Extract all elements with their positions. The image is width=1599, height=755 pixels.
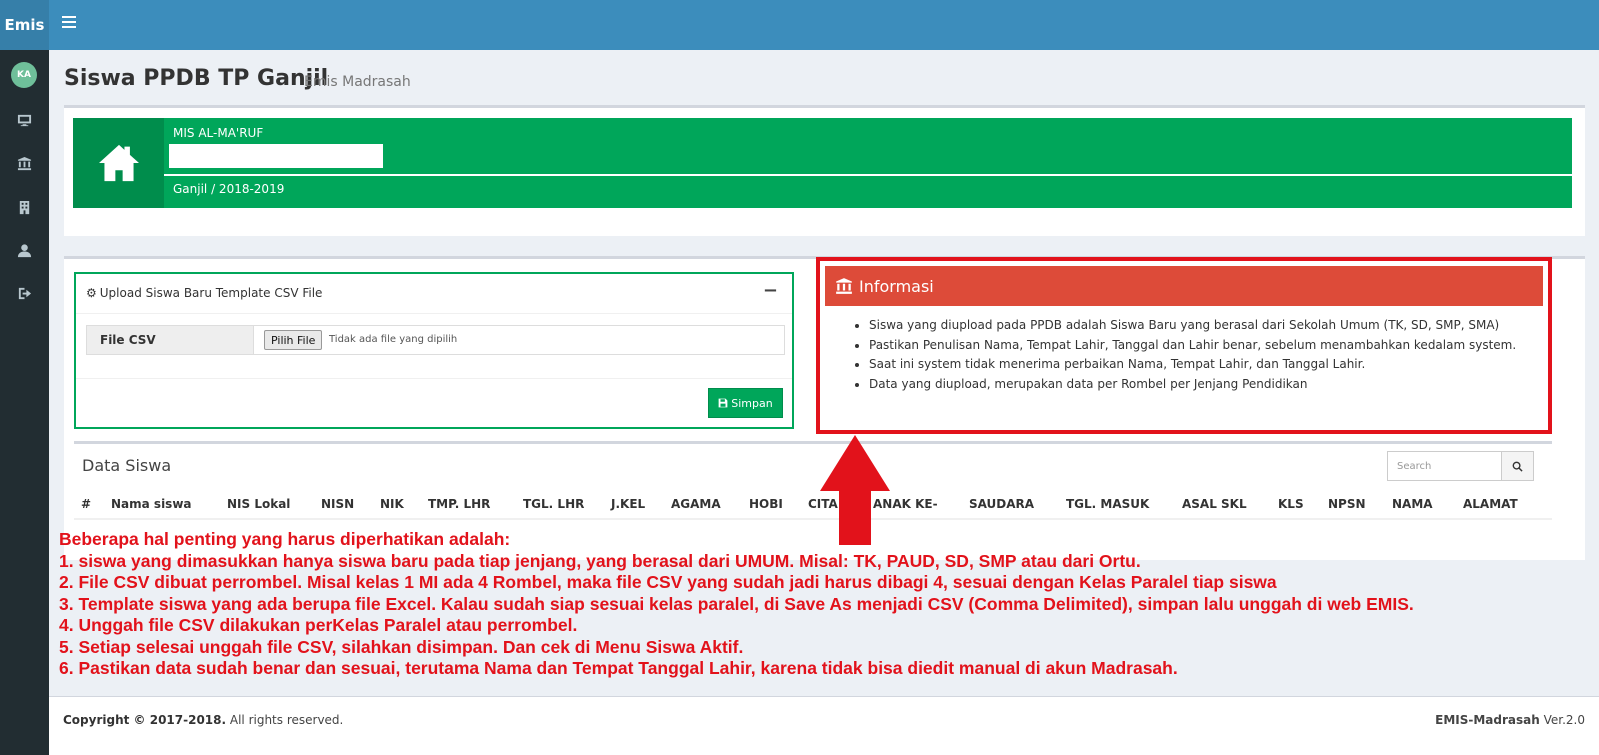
column-header[interactable]: NPSN: [1328, 497, 1366, 511]
column-header[interactable]: TGL. LHR: [523, 497, 584, 511]
institution-icon[interactable]: [14, 153, 34, 173]
data-siswa-title: Data Siswa: [82, 456, 172, 475]
divider: [76, 378, 792, 379]
top-navbar: [49, 0, 1599, 50]
brand-text: Emis: [4, 16, 45, 34]
collapse-button[interactable]: −: [763, 280, 778, 301]
upload-panel: ⚙ Upload Siswa Baru Template CSV File − F…: [74, 272, 794, 429]
column-header[interactable]: ASAL SKL: [1182, 497, 1247, 511]
institution-icon: [836, 278, 852, 294]
file-status-text: Tidak ada file yang dipilih: [329, 334, 458, 345]
cogs-icon: ⚙: [86, 286, 97, 300]
note-line: 6. Pastikan data sudah benar dan sesuai,…: [59, 658, 1178, 678]
info-item: Data yang diupload, merupakan data per R…: [869, 375, 1536, 395]
info-item: Saat ini system tidak menerima perbaikan…: [869, 355, 1536, 375]
column-header[interactable]: NIS Lokal: [227, 497, 290, 511]
column-header[interactable]: AGAMA: [671, 497, 721, 511]
info-list: Siswa yang diupload pada PPDB adalah Sis…: [853, 316, 1536, 394]
brand-logo[interactable]: Emis: [0, 0, 49, 50]
column-header[interactable]: NISN: [321, 497, 354, 511]
info-item: Siswa yang diupload pada PPDB adalah Sis…: [869, 316, 1536, 336]
instruction-notes: Beberapa hal penting yang harus diperhat…: [59, 529, 1414, 680]
note-line: 4. Unggah file CSV dilakukan perKelas Pa…: [59, 615, 578, 635]
avatar-initials: KA: [17, 70, 31, 80]
info-title: Informasi: [859, 276, 934, 296]
home-icon: [73, 118, 164, 208]
copyright-year: Copyright © 2017-2018.: [63, 713, 227, 727]
copyright: Copyright © 2017-2018. All rights reserv…: [63, 713, 343, 727]
column-header[interactable]: TMP. LHR: [428, 497, 490, 511]
column-header[interactable]: ALAMAT: [1463, 497, 1518, 511]
building-icon[interactable]: [14, 197, 34, 217]
file-csv-row: File CSV Pilih File Tidak ada file yang …: [86, 325, 785, 355]
user-icon[interactable]: [14, 240, 34, 260]
school-info-banner: MIS AL-MA'RUF Ganjil / 2018-2019: [73, 118, 1572, 208]
column-header[interactable]: TGL. MASUK: [1066, 497, 1149, 511]
menu-icon[interactable]: [62, 16, 76, 28]
column-header[interactable]: NAMA: [1392, 497, 1433, 511]
monitor-icon[interactable]: [14, 110, 34, 130]
upload-title-text: Upload Siswa Baru Template CSV File: [99, 286, 323, 300]
info-item: Pastikan Penulisan Nama, Tempat Lahir, T…: [869, 336, 1536, 356]
info-annotation-frame: Informasi Siswa yang diupload pada PPDB …: [816, 257, 1552, 434]
school-redacted-field: [169, 144, 383, 168]
divider: [164, 174, 1572, 176]
app-name: EMIS-Madrasah: [1435, 713, 1540, 727]
save-label: Simpan: [731, 396, 773, 410]
choose-file-button[interactable]: Pilih File: [264, 330, 323, 350]
note-line: 3. Template siswa yang ada berupa file E…: [59, 593, 1414, 614]
upload-panel-title: ⚙ Upload Siswa Baru Template CSV File: [86, 286, 322, 300]
column-header[interactable]: J.KEL: [611, 497, 645, 511]
column-header[interactable]: Nama siswa: [111, 497, 192, 511]
app-version: EMIS-Madrasah Ver.2.0: [1435, 713, 1585, 727]
column-header[interactable]: HOBI: [749, 497, 783, 511]
avatar[interactable]: KA: [11, 62, 37, 88]
column-header[interactable]: SAUDARA: [969, 497, 1034, 511]
note-line: 1. siswa yang dimasukkan hanya siswa bar…: [59, 550, 1141, 571]
note-line: 5. Setiap selesai unggah file CSV, silah…: [59, 636, 744, 657]
school-box: MIS AL-MA'RUF Ganjil / 2018-2019: [64, 105, 1585, 236]
sign-out-icon[interactable]: [14, 283, 34, 303]
page-title: Siswa PPDB TP Ganjil: [64, 66, 329, 91]
column-header[interactable]: #: [81, 497, 91, 511]
search-icon: [1512, 461, 1523, 472]
note-line: 2. File CSV dibuat perrombel. Misal kela…: [59, 572, 1277, 592]
column-header[interactable]: KLS: [1278, 497, 1304, 511]
save-icon: [718, 398, 728, 408]
upload-panel-header: ⚙ Upload Siswa Baru Template CSV File −: [76, 274, 792, 314]
note-line: Beberapa hal penting yang harus diperhat…: [59, 529, 511, 549]
footer: Copyright © 2017-2018. All rights reserv…: [49, 696, 1599, 755]
data-siswa-panel: Data Siswa Search # Nama siswa NIS Lokal…: [74, 441, 1552, 520]
column-header[interactable]: NIK: [380, 497, 404, 511]
copyright-rights: All rights reserved.: [226, 713, 344, 727]
file-csv-label: File CSV: [87, 326, 254, 354]
info-header: Informasi: [825, 266, 1543, 306]
search-input[interactable]: Search: [1387, 451, 1502, 481]
search-button[interactable]: [1501, 451, 1534, 481]
school-period: Ganjil / 2018-2019: [173, 182, 285, 196]
school-name: MIS AL-MA'RUF: [173, 126, 264, 140]
version-text: Ver.2.0: [1539, 713, 1585, 727]
sidebar: KA: [0, 50, 49, 755]
page-subtitle: Emis Madrasah: [304, 74, 411, 90]
save-button[interactable]: Simpan: [708, 388, 783, 418]
table-header: # Nama siswa NIS Lokal NISN NIK TMP. LHR…: [74, 495, 1552, 520]
